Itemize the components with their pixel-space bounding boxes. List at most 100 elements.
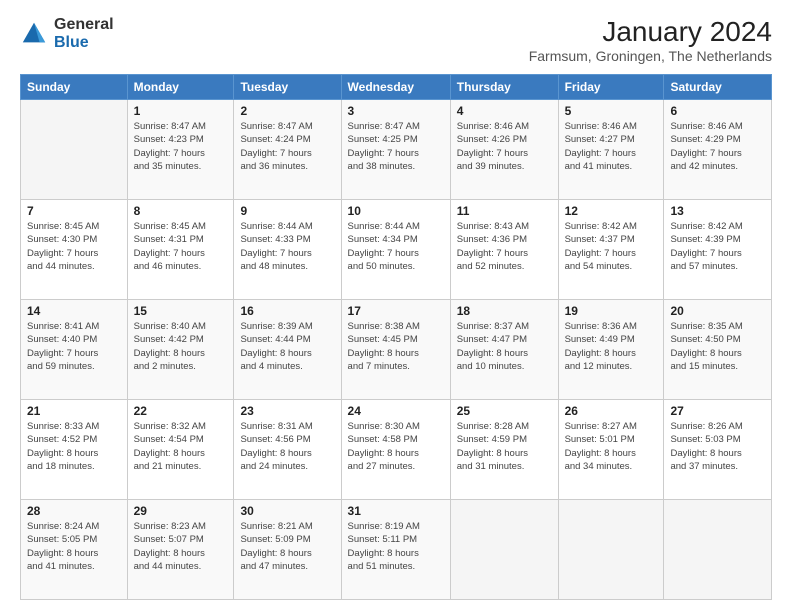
calendar-cell: 19Sunrise: 8:36 AMSunset: 4:49 PMDayligh… (558, 300, 664, 400)
day-header-thursday: Thursday (450, 75, 558, 100)
day-info: Sunrise: 8:44 AMSunset: 4:33 PMDaylight:… (240, 220, 334, 273)
day-info: Sunrise: 8:26 AMSunset: 5:03 PMDaylight:… (670, 420, 765, 473)
day-info: Sunrise: 8:45 AMSunset: 4:30 PMDaylight:… (27, 220, 121, 273)
calendar-cell: 15 Sunrise: 8:40 AMSunset: 4:42 PMDayligh… (127, 300, 234, 400)
header: General Blue January 2024 Farmsum, Groni… (20, 16, 772, 64)
logo-blue: Blue (54, 34, 114, 52)
day-number: 19 (565, 304, 658, 318)
day-info: Sunrise: 8:37 AMSunset: 4:47 PMDaylight:… (457, 320, 552, 373)
calendar-cell: 20Sunrise: 8:35 AMSunset: 4:50 PMDayligh… (664, 300, 772, 400)
day-info: Sunrise: 8:41 AMSunset: 4:40 PMDaylight:… (27, 320, 121, 373)
day-number: 16 (240, 304, 334, 318)
calendar-cell: 24 Sunrise: 8:30 AMSunset: 4:58 PMDayligh… (341, 400, 450, 500)
day-number: 29 (134, 504, 228, 518)
calendar-cell: 6 Sunrise: 8:46 AMSunset: 4:29 PMDaylight… (664, 100, 772, 200)
week-row-5: 28 Sunrise: 8:24 AMSunset: 5:05 PMDayligh… (21, 500, 772, 600)
day-number: 30 (240, 504, 334, 518)
day-info: Sunrise: 8:46 AMSunset: 4:27 PMDaylight:… (565, 120, 658, 173)
day-number: 1 (134, 104, 228, 118)
calendar-cell: 16 Sunrise: 8:39 AMSunset: 4:44 PMDayligh… (234, 300, 341, 400)
calendar-cell: 1 Sunrise: 8:47 AMSunset: 4:23 PMDaylight… (127, 100, 234, 200)
logo-icon (20, 20, 48, 48)
calendar-page: General Blue January 2024 Farmsum, Groni… (0, 0, 792, 612)
day-number: 31 (348, 504, 444, 518)
calendar-cell: 26 Sunrise: 8:27 AMSunset: 5:01 PMDayligh… (558, 400, 664, 500)
day-number: 2 (240, 104, 334, 118)
calendar-cell (21, 100, 128, 200)
day-info: Sunrise: 8:44 AMSunset: 4:34 PMDaylight:… (348, 220, 444, 273)
day-info: Sunrise: 8:27 AMSunset: 5:01 PMDaylight:… (565, 420, 658, 473)
day-number: 20 (670, 304, 765, 318)
calendar-cell: 18 Sunrise: 8:37 AMSunset: 4:47 PMDayligh… (450, 300, 558, 400)
calendar-cell: 12 Sunrise: 8:42 AMSunset: 4:37 PMDayligh… (558, 200, 664, 300)
day-info: Sunrise: 8:46 AMSunset: 4:29 PMDaylight:… (670, 120, 765, 173)
day-header-sunday: Sunday (21, 75, 128, 100)
calendar-cell: 27 Sunrise: 8:26 AMSunset: 5:03 PMDayligh… (664, 400, 772, 500)
calendar-cell: 4 Sunrise: 8:46 AMSunset: 4:26 PMDaylight… (450, 100, 558, 200)
day-info: Sunrise: 8:47 AMSunset: 4:23 PMDaylight:… (134, 120, 228, 173)
day-number: 12 (565, 204, 658, 218)
day-number: 4 (457, 104, 552, 118)
calendar-cell (450, 500, 558, 600)
day-number: 10 (348, 204, 444, 218)
calendar-cell: 29 Sunrise: 8:23 AMSunset: 5:07 PMDayligh… (127, 500, 234, 600)
day-number: 25 (457, 404, 552, 418)
day-number: 3 (348, 104, 444, 118)
day-number: 18 (457, 304, 552, 318)
day-number: 11 (457, 204, 552, 218)
day-info: Sunrise: 8:47 AMSunset: 4:25 PMDaylight:… (348, 120, 444, 173)
calendar-cell (558, 500, 664, 600)
day-number: 28 (27, 504, 121, 518)
day-info: Sunrise: 8:31 AMSunset: 4:56 PMDaylight:… (240, 420, 334, 473)
logo: General Blue (20, 16, 114, 51)
day-info: Sunrise: 8:45 AMSunset: 4:31 PMDaylight:… (134, 220, 228, 273)
day-info: Sunrise: 8:24 AMSunset: 5:05 PMDaylight:… (27, 520, 121, 573)
day-header-wednesday: Wednesday (341, 75, 450, 100)
calendar-cell: 31Sunrise: 8:19 AMSunset: 5:11 PMDayligh… (341, 500, 450, 600)
day-info: Sunrise: 8:32 AMSunset: 4:54 PMDaylight:… (134, 420, 228, 473)
day-number: 24 (348, 404, 444, 418)
calendar-cell: 13 Sunrise: 8:42 AMSunset: 4:39 PMDayligh… (664, 200, 772, 300)
days-header-row: SundayMondayTuesdayWednesdayThursdayFrid… (21, 75, 772, 100)
calendar-cell: 17Sunrise: 8:38 AMSunset: 4:45 PMDayligh… (341, 300, 450, 400)
day-number: 5 (565, 104, 658, 118)
day-info: Sunrise: 8:46 AMSunset: 4:26 PMDaylight:… (457, 120, 552, 173)
calendar-cell: 8 Sunrise: 8:45 AMSunset: 4:31 PMDaylight… (127, 200, 234, 300)
day-number: 23 (240, 404, 334, 418)
day-header-monday: Monday (127, 75, 234, 100)
logo-text: General Blue (54, 16, 114, 51)
calendar-cell: 23 Sunrise: 8:31 AMSunset: 4:56 PMDayligh… (234, 400, 341, 500)
calendar-cell: 14 Sunrise: 8:41 AMSunset: 4:40 PMDayligh… (21, 300, 128, 400)
day-info: Sunrise: 8:39 AMSunset: 4:44 PMDaylight:… (240, 320, 334, 373)
day-number: 6 (670, 104, 765, 118)
calendar-cell: 10 Sunrise: 8:44 AMSunset: 4:34 PMDayligh… (341, 200, 450, 300)
day-info: Sunrise: 8:21 AMSunset: 5:09 PMDaylight:… (240, 520, 334, 573)
calendar-cell: 21Sunrise: 8:33 AMSunset: 4:52 PMDayligh… (21, 400, 128, 500)
calendar-cell: 2 Sunrise: 8:47 AMSunset: 4:24 PMDaylight… (234, 100, 341, 200)
day-info: Sunrise: 8:23 AMSunset: 5:07 PMDaylight:… (134, 520, 228, 573)
day-info: Sunrise: 8:33 AMSunset: 4:52 PMDaylight:… (27, 420, 121, 473)
calendar-cell (664, 500, 772, 600)
title-block: January 2024 Farmsum, Groningen, The Net… (529, 16, 772, 64)
day-number: 8 (134, 204, 228, 218)
calendar-cell: 28 Sunrise: 8:24 AMSunset: 5:05 PMDayligh… (21, 500, 128, 600)
day-number: 26 (565, 404, 658, 418)
calendar-table: SundayMondayTuesdayWednesdayThursdayFrid… (20, 74, 772, 600)
calendar-cell: 5 Sunrise: 8:46 AMSunset: 4:27 PMDaylight… (558, 100, 664, 200)
day-info: Sunrise: 8:42 AMSunset: 4:39 PMDaylight:… (670, 220, 765, 273)
calendar-cell: 3 Sunrise: 8:47 AMSunset: 4:25 PMDaylight… (341, 100, 450, 200)
day-info: Sunrise: 8:38 AMSunset: 4:45 PMDaylight:… (348, 320, 444, 373)
month-year-title: January 2024 (529, 16, 772, 48)
day-info: Sunrise: 8:40 AMSunset: 4:42 PMDaylight:… (134, 320, 228, 373)
day-number: 22 (134, 404, 228, 418)
day-info: Sunrise: 8:42 AMSunset: 4:37 PMDaylight:… (565, 220, 658, 273)
day-info: Sunrise: 8:47 AMSunset: 4:24 PMDaylight:… (240, 120, 334, 173)
day-number: 7 (27, 204, 121, 218)
day-number: 15 (134, 304, 228, 318)
day-number: 13 (670, 204, 765, 218)
day-number: 14 (27, 304, 121, 318)
day-info: Sunrise: 8:30 AMSunset: 4:58 PMDaylight:… (348, 420, 444, 473)
day-number: 27 (670, 404, 765, 418)
day-number: 9 (240, 204, 334, 218)
logo-general: General (54, 16, 114, 34)
